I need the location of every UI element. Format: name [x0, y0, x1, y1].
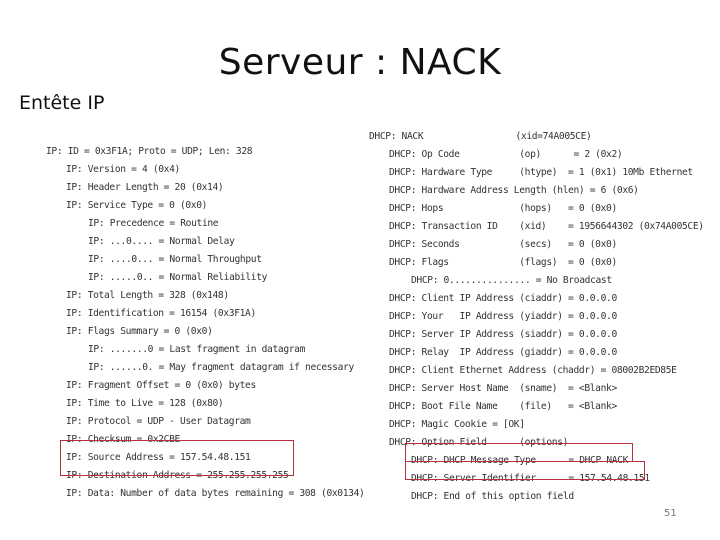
- ip-header-line: IP: ...0.... = Normal Delay: [88, 236, 235, 247]
- ip-header-line: IP: ....0... = Normal Throughput: [88, 254, 262, 265]
- dhcp-line: DHCP: NACK (xid=74A005CE): [369, 131, 592, 142]
- dhcp-line: DHCP: Flags (flags) = 0 (0x0): [389, 257, 617, 268]
- dhcp-line: DHCP: Seconds (secs) = 0 (0x0): [389, 239, 617, 250]
- dhcp-line: DHCP: Relay IP Address (giaddr) = 0.0.0.…: [389, 347, 617, 358]
- ip-header-line: IP: Data: Number of data bytes remaining…: [66, 488, 365, 499]
- dhcp-line: DHCP: Server IP Address (siaddr) = 0.0.0…: [389, 329, 617, 340]
- dhcp-message-type-highlight-box: [405, 443, 633, 462]
- ip-header-line: IP: .......0 = Last fragment in datagram: [88, 344, 306, 355]
- ip-header-line: IP: Time to Live = 128 (0x80): [66, 398, 224, 409]
- ip-header-line: IP: Version = 4 (0x4): [66, 164, 180, 175]
- slide-title: Serveur : NACK: [0, 42, 720, 83]
- ip-address-highlight-box: [60, 440, 294, 476]
- ip-header-line: IP: Protocol = UDP - User Datagram: [66, 416, 251, 427]
- dhcp-line: DHCP: 0............... = No Broadcast: [411, 275, 612, 286]
- ip-header-line: IP: .....0.. = Normal Reliability: [88, 272, 268, 283]
- ip-header-line: IP: Total Length = 328 (0x148): [66, 290, 229, 301]
- dhcp-line: DHCP: Client Ethernet Address (chaddr) =…: [389, 365, 677, 376]
- dhcp-line: DHCP: Boot File Name (file) = <Blank>: [389, 401, 617, 412]
- section-label-ip-header: Entête IP: [19, 92, 105, 114]
- ip-header-line: IP: Identification = 16154 (0x3F1A): [66, 308, 256, 319]
- ip-header-line: IP: Fragment Offset = 0 (0x0) bytes: [66, 380, 256, 391]
- ip-header-line: IP: Service Type = 0 (0x0): [66, 200, 208, 211]
- dhcp-line: DHCP: Hops (hops) = 0 (0x0): [389, 203, 617, 214]
- dhcp-line: DHCP: Hardware Type (htype) = 1 (0x1) 10…: [389, 167, 693, 178]
- dhcp-line: DHCP: Server Host Name (sname) = <Blank>: [389, 383, 617, 394]
- slide-title-text: Serveur : NACK: [218, 42, 502, 83]
- ip-header-line: IP: Flags Summary = 0 (0x0): [66, 326, 213, 337]
- ip-header-line: IP: ......0. = May fragment datagram if …: [88, 362, 354, 373]
- dhcp-line: DHCP: Your IP Address (yiaddr) = 0.0.0.0: [389, 311, 617, 322]
- dhcp-line: DHCP: Transaction ID (xid) = 1956644302 …: [389, 221, 704, 232]
- ip-header-line: IP: ID = 0x3F1A; Proto = UDP; Len: 328: [46, 146, 253, 157]
- page-number: 51: [664, 508, 677, 519]
- dhcp-line: DHCP: Client IP Address (ciaddr) = 0.0.0…: [389, 293, 617, 304]
- ip-header-line: IP: Precedence = Routine: [88, 218, 219, 229]
- dhcp-line: DHCP: End of this option field: [411, 491, 574, 502]
- dhcp-line: DHCP: Op Code (op) = 2 (0x2): [389, 149, 623, 160]
- dhcp-line: DHCP: Hardware Address Length (hlen) = 6…: [389, 185, 639, 196]
- dhcp-line: DHCP: Magic Cookie = [OK]: [389, 419, 525, 430]
- ip-header-line: IP: Header Length = 20 (0x14): [66, 182, 224, 193]
- dhcp-server-identifier-highlight-box: [405, 461, 645, 480]
